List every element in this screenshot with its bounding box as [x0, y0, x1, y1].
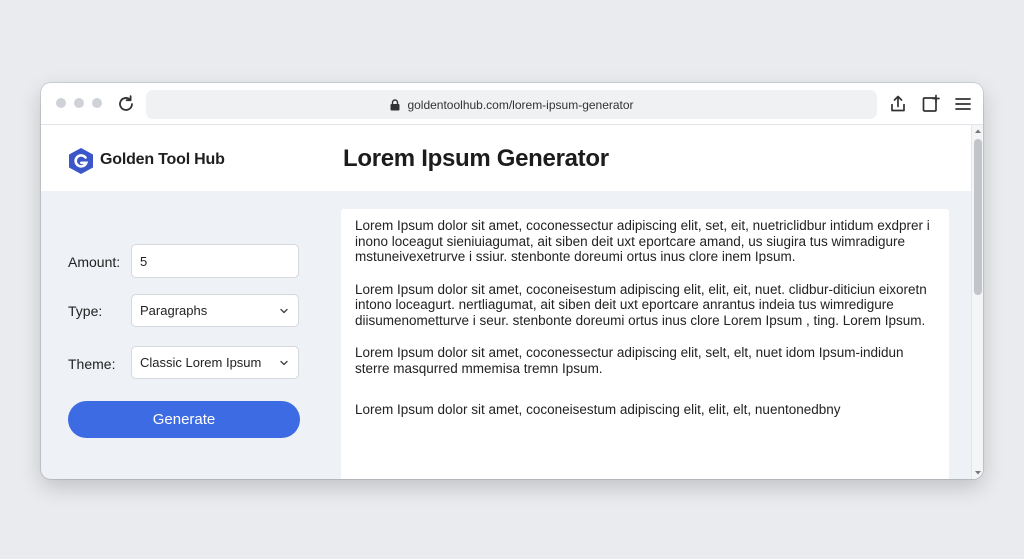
type-value: Paragraphs — [140, 303, 208, 318]
output-paragraph: Lorem Ipsum dolor sit amet, coconessectu… — [355, 218, 930, 264]
amount-input[interactable]: 5 — [131, 244, 299, 278]
generate-button[interactable]: Generate — [68, 401, 300, 438]
new-tab-icon[interactable] — [921, 94, 941, 114]
window-minimize-dot[interactable] — [74, 98, 84, 108]
menu-icon[interactable] — [953, 94, 973, 114]
amount-label: Amount: — [68, 254, 121, 270]
lock-icon — [390, 98, 400, 110]
scroll-down-icon[interactable] — [973, 469, 983, 477]
url-text: goldentoolhub.com/lorem-ipsum-generator — [407, 97, 634, 112]
generated-text-output[interactable]: Lorem Ipsum dolor sit amet, coconessectu… — [341, 209, 949, 479]
browser-toolbar: goldentoolhub.com/lorem-ipsum-generator — [41, 83, 983, 125]
browser-window: goldentoolhub.com/lorem-ipsum-generator … — [41, 83, 983, 479]
amount-value: 5 — [140, 253, 148, 269]
site-brand[interactable]: Golden Tool Hub — [100, 151, 225, 169]
output-paragraph: Lorem Ipsum dolor sit amet, coconessectu… — [355, 345, 904, 376]
window-close-dot[interactable] — [56, 98, 66, 108]
theme-label: Theme: — [68, 356, 116, 372]
scroll-up-icon[interactable] — [973, 127, 983, 135]
type-select[interactable]: Paragraphs — [131, 294, 299, 327]
chevron-down-icon — [280, 308, 288, 313]
scrollbar-thumb[interactable] — [974, 139, 982, 295]
theme-select[interactable]: Classic Lorem Ipsum — [131, 346, 299, 379]
share-icon[interactable] — [888, 94, 908, 114]
chevron-down-icon — [280, 360, 288, 365]
reload-icon[interactable] — [115, 93, 137, 115]
window-maximize-dot[interactable] — [92, 98, 102, 108]
type-label: Type: — [68, 303, 103, 319]
theme-value: Classic Lorem Ipsum — [140, 355, 262, 370]
logo-icon[interactable] — [68, 147, 94, 175]
site-header: Golden Tool Hub Lorem Ipsum Generator — [41, 125, 971, 191]
scrollbar[interactable] — [971, 125, 983, 479]
output-paragraph: Lorem Ipsum dolor sit amet, coconeisestu… — [355, 402, 841, 417]
address-bar[interactable]: goldentoolhub.com/lorem-ipsum-generator — [146, 90, 877, 119]
output-paragraph: Lorem Ipsum dolor sit amet, coconeisestu… — [355, 281, 927, 328]
page-title: Lorem Ipsum Generator — [343, 145, 609, 172]
